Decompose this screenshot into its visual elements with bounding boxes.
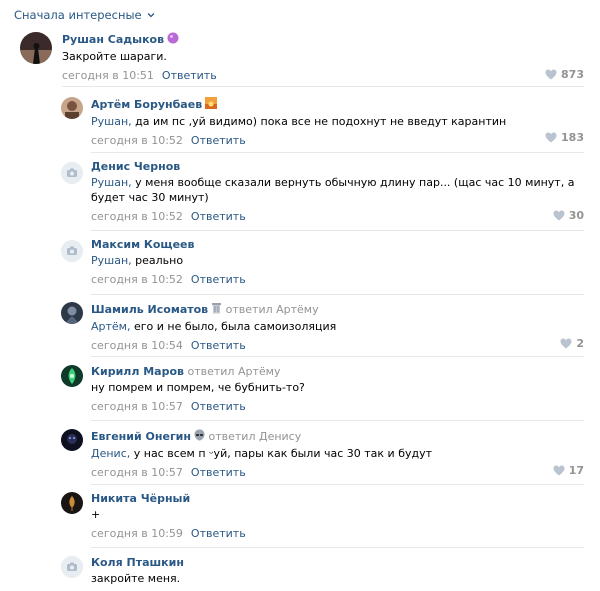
comment-author[interactable]: Евгений Онегин xyxy=(91,430,191,443)
reply-button[interactable]: Ответить xyxy=(191,210,246,223)
heart-icon xyxy=(553,210,565,221)
avatar[interactable] xyxy=(61,162,83,184)
separator xyxy=(91,356,584,357)
comment-author[interactable]: Шамиль Исоматов xyxy=(91,303,208,316)
avatar[interactable] xyxy=(61,97,83,119)
comment-text: Рушан, реально xyxy=(91,254,184,267)
chevron-down-icon xyxy=(147,13,155,18)
reply-to[interactable]: ответил Денису xyxy=(209,430,302,443)
avatar[interactable] xyxy=(20,32,52,64)
separator xyxy=(91,484,584,485)
comment-text: Рушан, у меня вообще сказали вернуть обы… xyxy=(91,176,575,204)
reply-button[interactable]: Ответить xyxy=(191,134,246,147)
comment-time[interactable]: сегодня в 10:52 xyxy=(91,273,183,286)
comment-author[interactable]: Никита Чёрный xyxy=(91,492,190,505)
separator xyxy=(91,294,584,295)
comment-author[interactable]: Рушан Садыков xyxy=(62,33,164,46)
separator xyxy=(62,86,584,87)
reply-button[interactable]: Ответить xyxy=(191,527,246,540)
comment-text: Закройте шараги. xyxy=(62,50,167,63)
separator xyxy=(91,152,584,153)
comment-time[interactable]: сегодня в 10:54 xyxy=(91,339,183,352)
avatar[interactable] xyxy=(61,365,83,387)
comment-text: ну помрем и помрем, че бубнить-то? xyxy=(91,381,305,394)
like-count: 873 xyxy=(561,68,584,81)
separator xyxy=(91,420,584,421)
emoji-icon xyxy=(167,32,179,47)
comment-time[interactable]: сегодня в 10:57 xyxy=(91,400,183,413)
comment-time[interactable]: сегодня в 10:59 xyxy=(91,527,183,540)
reply-button[interactable]: Ответить xyxy=(191,339,246,352)
comment-text: + xyxy=(91,508,101,521)
avatar[interactable] xyxy=(61,492,83,514)
separator xyxy=(91,547,584,548)
like-button[interactable]: 873 xyxy=(545,68,584,81)
comment-author[interactable]: Денис Чернов xyxy=(91,160,180,173)
like-button[interactable]: 183 xyxy=(545,131,584,144)
like-button[interactable]: 30 xyxy=(553,209,584,222)
like-count: 2 xyxy=(576,337,584,350)
comment-author[interactable]: Кирилл Маров xyxy=(91,365,184,378)
reply-to[interactable]: ответил Артёму xyxy=(226,303,319,316)
separator xyxy=(91,230,584,231)
heart-icon xyxy=(560,338,572,349)
comment-time[interactable]: сегодня в 10:52 xyxy=(91,210,183,223)
avatar[interactable] xyxy=(61,240,83,262)
trash-emoji-icon xyxy=(211,302,222,317)
avatar[interactable] xyxy=(61,429,83,451)
comment-text: Рушан, да им пс ,уй видимо) пока все не … xyxy=(91,115,507,128)
avatar[interactable] xyxy=(61,556,83,578)
like-count: 30 xyxy=(568,209,584,222)
comment-author[interactable]: Максим Кощеев xyxy=(91,238,194,251)
reply-button[interactable]: Ответить xyxy=(162,69,217,82)
reply-button[interactable]: Ответить xyxy=(191,400,246,413)
heart-icon xyxy=(553,465,565,476)
avatar[interactable] xyxy=(61,302,83,324)
reply-button[interactable]: Ответить xyxy=(191,273,246,286)
comment-time[interactable]: сегодня в 10:52 xyxy=(91,134,183,147)
reply-to[interactable]: ответил Артёму xyxy=(187,365,280,378)
like-button[interactable]: 17 xyxy=(553,464,584,477)
sort-label: Сначала интересные xyxy=(14,8,142,22)
heart-icon xyxy=(545,69,557,80)
like-count: 17 xyxy=(568,464,584,477)
comment-text: Денис, у нас всем п ᵕуй, пары как были ч… xyxy=(91,447,433,460)
comment-text: закройте меня. xyxy=(91,572,181,585)
sunrise-emoji-icon xyxy=(205,97,218,112)
like-button[interactable]: 2 xyxy=(560,337,584,350)
heart-icon xyxy=(545,132,557,143)
sort-dropdown[interactable]: Сначала интересные xyxy=(14,8,156,22)
reply-button[interactable]: Ответить xyxy=(191,466,246,479)
comment-time[interactable]: сегодня в 10:57 xyxy=(91,466,183,479)
comment-time[interactable]: сегодня в 10:51 xyxy=(62,69,154,82)
like-count: 183 xyxy=(561,131,584,144)
comment-author[interactable]: Артём Борунбаев xyxy=(91,98,202,111)
comment-author[interactable]: Коля Пташкин xyxy=(91,556,184,569)
comment-text: Артём, его и не было, была самоизоляция xyxy=(91,320,337,333)
alien-emoji-icon xyxy=(194,429,205,444)
